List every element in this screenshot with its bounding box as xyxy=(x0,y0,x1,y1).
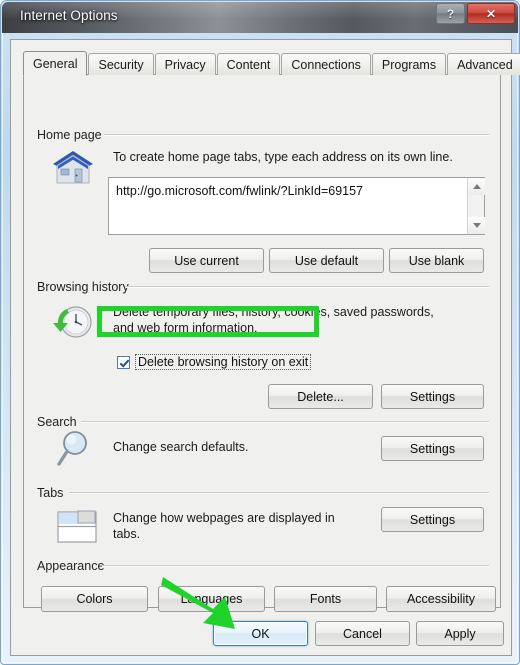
accessibility-button[interactable]: Accessibility xyxy=(386,586,496,612)
tabs-settings-label: Settings xyxy=(409,512,456,527)
cancel-label: Cancel xyxy=(343,626,382,641)
languages-button[interactable]: Languages xyxy=(158,586,265,612)
home-page-address-value: http://go.microsoft.com/fwlink/?LinkId=6… xyxy=(116,184,364,198)
home-page-description: To create home page tabs, type each addr… xyxy=(113,150,453,164)
browsing-history-description-line1: Delete temporary files, history, cookies… xyxy=(113,305,434,319)
use-current-button[interactable]: Use current xyxy=(149,248,264,273)
browsing-history-description-line2: and web form information. xyxy=(113,321,258,335)
use-blank-label: Use blank xyxy=(408,253,465,268)
close-icon[interactable]: ✕ xyxy=(467,3,515,24)
delete-history-on-exit-label: Delete browsing history on exit xyxy=(135,354,312,370)
tab-security[interactable]: Security xyxy=(88,53,154,75)
search-settings-label: Settings xyxy=(409,441,456,456)
delete-history-on-exit-checkbox[interactable]: Delete browsing history on exit xyxy=(115,353,313,371)
internet-options-window: Internet Options ? ✕ General Security Pr… xyxy=(0,0,520,665)
fonts-button[interactable]: Fonts xyxy=(274,586,377,612)
group-rule-search xyxy=(81,421,489,423)
group-label-tabs: Tabs xyxy=(37,486,70,500)
group-label-browsing-history: Browsing history xyxy=(37,280,135,294)
title-bar[interactable]: Internet Options ? ✕ xyxy=(2,2,518,33)
group-label-home-page: Home page xyxy=(37,128,108,142)
languages-label: Languages xyxy=(180,592,243,606)
window-title: Internet Options xyxy=(20,8,118,23)
ok-button[interactable]: OK xyxy=(213,621,308,646)
help-icon[interactable]: ? xyxy=(436,3,465,24)
tab-general[interactable]: General xyxy=(23,51,88,76)
tab-content[interactable]: Content xyxy=(216,53,281,75)
group-label-appearance: Appearance xyxy=(37,559,111,573)
scroll-up-icon[interactable] xyxy=(468,178,485,195)
apply-button[interactable]: Apply xyxy=(416,621,504,646)
group-rule-home-page xyxy=(104,134,489,136)
group-rule-tabs xyxy=(69,492,489,494)
fonts-label: Fonts xyxy=(309,592,342,606)
cancel-button[interactable]: Cancel xyxy=(315,621,410,646)
apply-label: Apply xyxy=(444,626,476,641)
tab-advanced[interactable]: Advanced xyxy=(447,53,520,75)
browsing-history-settings-button[interactable]: Settings xyxy=(381,384,484,409)
home-icon xyxy=(53,151,93,184)
dialog-body: General Security Privacy Content Connect… xyxy=(10,39,520,656)
group-label-search: Search xyxy=(37,415,83,429)
home-page-scrollbar[interactable] xyxy=(467,178,485,234)
delete-button[interactable]: Delete... xyxy=(268,384,373,409)
group-rule-browsing-history xyxy=(125,286,489,288)
tab-connections[interactable]: Connections xyxy=(281,53,371,75)
use-default-label: Use default xyxy=(294,253,359,268)
ok-label: OK xyxy=(251,626,270,641)
delete-label: Delete... xyxy=(297,389,344,404)
search-settings-button[interactable]: Settings xyxy=(381,436,484,461)
home-page-address-input[interactable]: http://go.microsoft.com/fwlink/?LinkId=6… xyxy=(108,177,485,235)
group-rule-appearance xyxy=(102,565,489,567)
tab-privacy[interactable]: Privacy xyxy=(154,53,216,75)
use-current-label: Use current xyxy=(174,253,239,268)
tabs-description-line1: Change how webpages are displayed in xyxy=(113,511,335,525)
tab-strip: General Security Privacy Content Connect… xyxy=(23,51,520,76)
tab-programs[interactable]: Programs xyxy=(371,53,447,75)
browsing-history-settings-label: Settings xyxy=(409,389,456,404)
colors-label: Colors xyxy=(76,592,113,606)
tabs-settings-button[interactable]: Settings xyxy=(381,507,484,532)
use-blank-button[interactable]: Use blank xyxy=(389,248,484,273)
history-clock-icon xyxy=(53,306,92,338)
accessibility-label: Accessibility xyxy=(406,592,476,606)
tabs-icon xyxy=(57,510,97,543)
colors-button[interactable]: Colors xyxy=(41,586,148,612)
scroll-down-icon[interactable] xyxy=(468,217,485,234)
checkbox-checked-icon[interactable] xyxy=(117,355,130,369)
search-magnifier-icon xyxy=(57,431,87,466)
use-default-button[interactable]: Use default xyxy=(269,248,384,273)
search-description: Change search defaults. xyxy=(113,440,249,454)
window-controls: ? ✕ xyxy=(436,3,515,24)
tabs-description-line2: tabs. xyxy=(113,527,141,541)
